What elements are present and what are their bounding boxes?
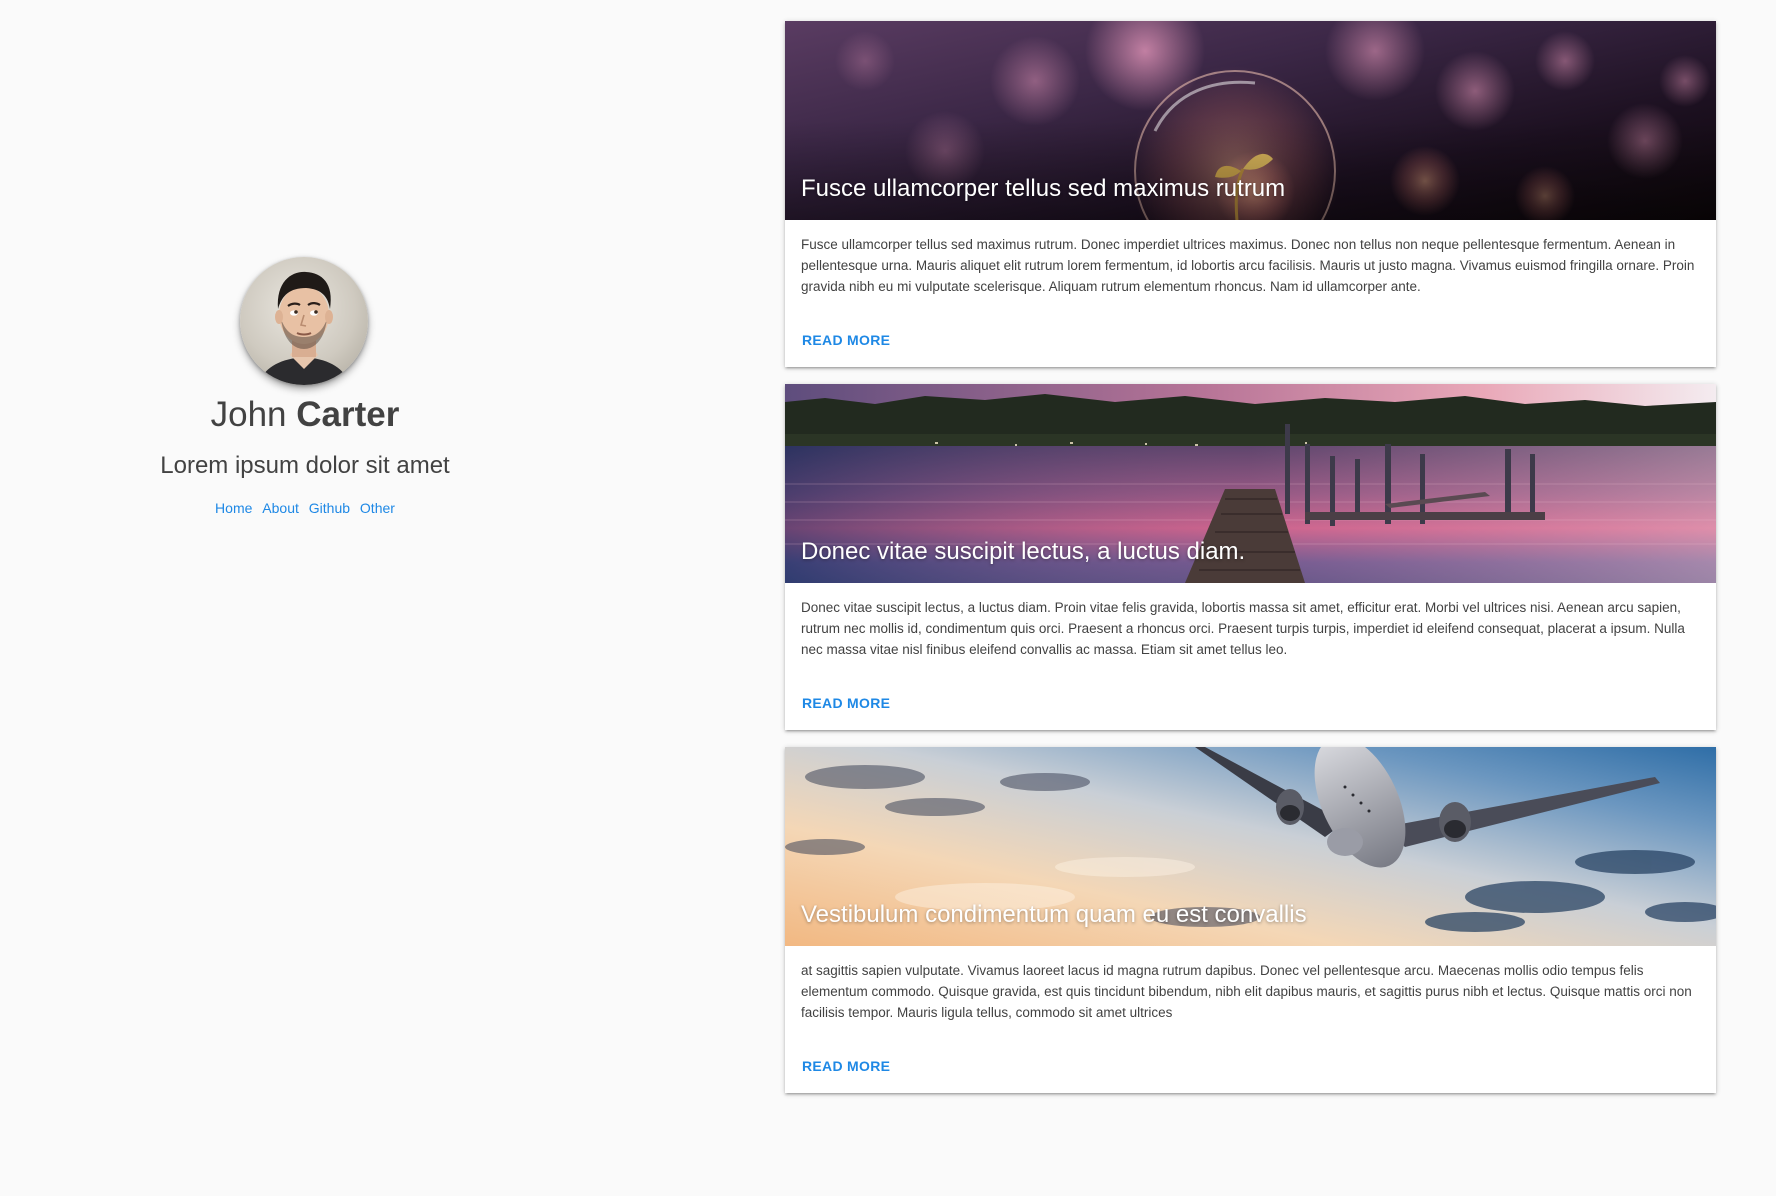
card-text: Fusce ullamcorper tellus sed maximus rut… [801, 237, 1695, 294]
card-text: Donec vitae suscipit lectus, a luctus di… [801, 600, 1685, 657]
avatar [240, 257, 368, 385]
nav-link-home[interactable]: Home [215, 500, 252, 516]
nav-link-about[interactable]: About [262, 500, 299, 516]
card-title: Fusce ullamcorper tellus sed maximus rut… [801, 175, 1286, 202]
profile-panel: John Carter Lorem ipsum dolor sit amet H… [0, 0, 610, 1196]
read-more-button[interactable]: READ MORE [794, 689, 898, 717]
card-list: Fusce ullamcorper tellus sed maximus rut… [785, 21, 1716, 1110]
profile-nav: Home About Github Other [0, 498, 610, 518]
profile-first-name: John [210, 395, 297, 434]
card-image: Donec vitae suscipit lectus, a luctus di… [785, 384, 1716, 583]
read-more-button[interactable]: READ MORE [794, 326, 898, 354]
card-title: Donec vitae suscipit lectus, a luctus di… [801, 538, 1246, 565]
avatar-photo [258, 271, 350, 385]
card-image: Fusce ullamcorper tellus sed maximus rut… [785, 21, 1716, 220]
card-text: at sagittis sapien vulputate. Vivamus la… [801, 963, 1692, 1020]
profile-last-name: Carter [296, 395, 400, 434]
card-image: Vestibulum condimentum quam eu est conva… [785, 747, 1716, 946]
profile-tagline: Lorem ipsum dolor sit amet [160, 452, 450, 479]
profile-name: John Carter [0, 392, 610, 438]
card-title: Vestibulum condimentum quam eu est conva… [801, 901, 1307, 928]
nav-link-github[interactable]: Github [309, 500, 350, 516]
card: Fusce ullamcorper tellus sed maximus rut… [785, 21, 1716, 367]
card: Donec vitae suscipit lectus, a luctus di… [785, 384, 1716, 730]
card: Vestibulum condimentum quam eu est conva… [785, 747, 1716, 1093]
nav-link-other[interactable]: Other [360, 500, 395, 516]
read-more-button[interactable]: READ MORE [794, 1052, 898, 1080]
